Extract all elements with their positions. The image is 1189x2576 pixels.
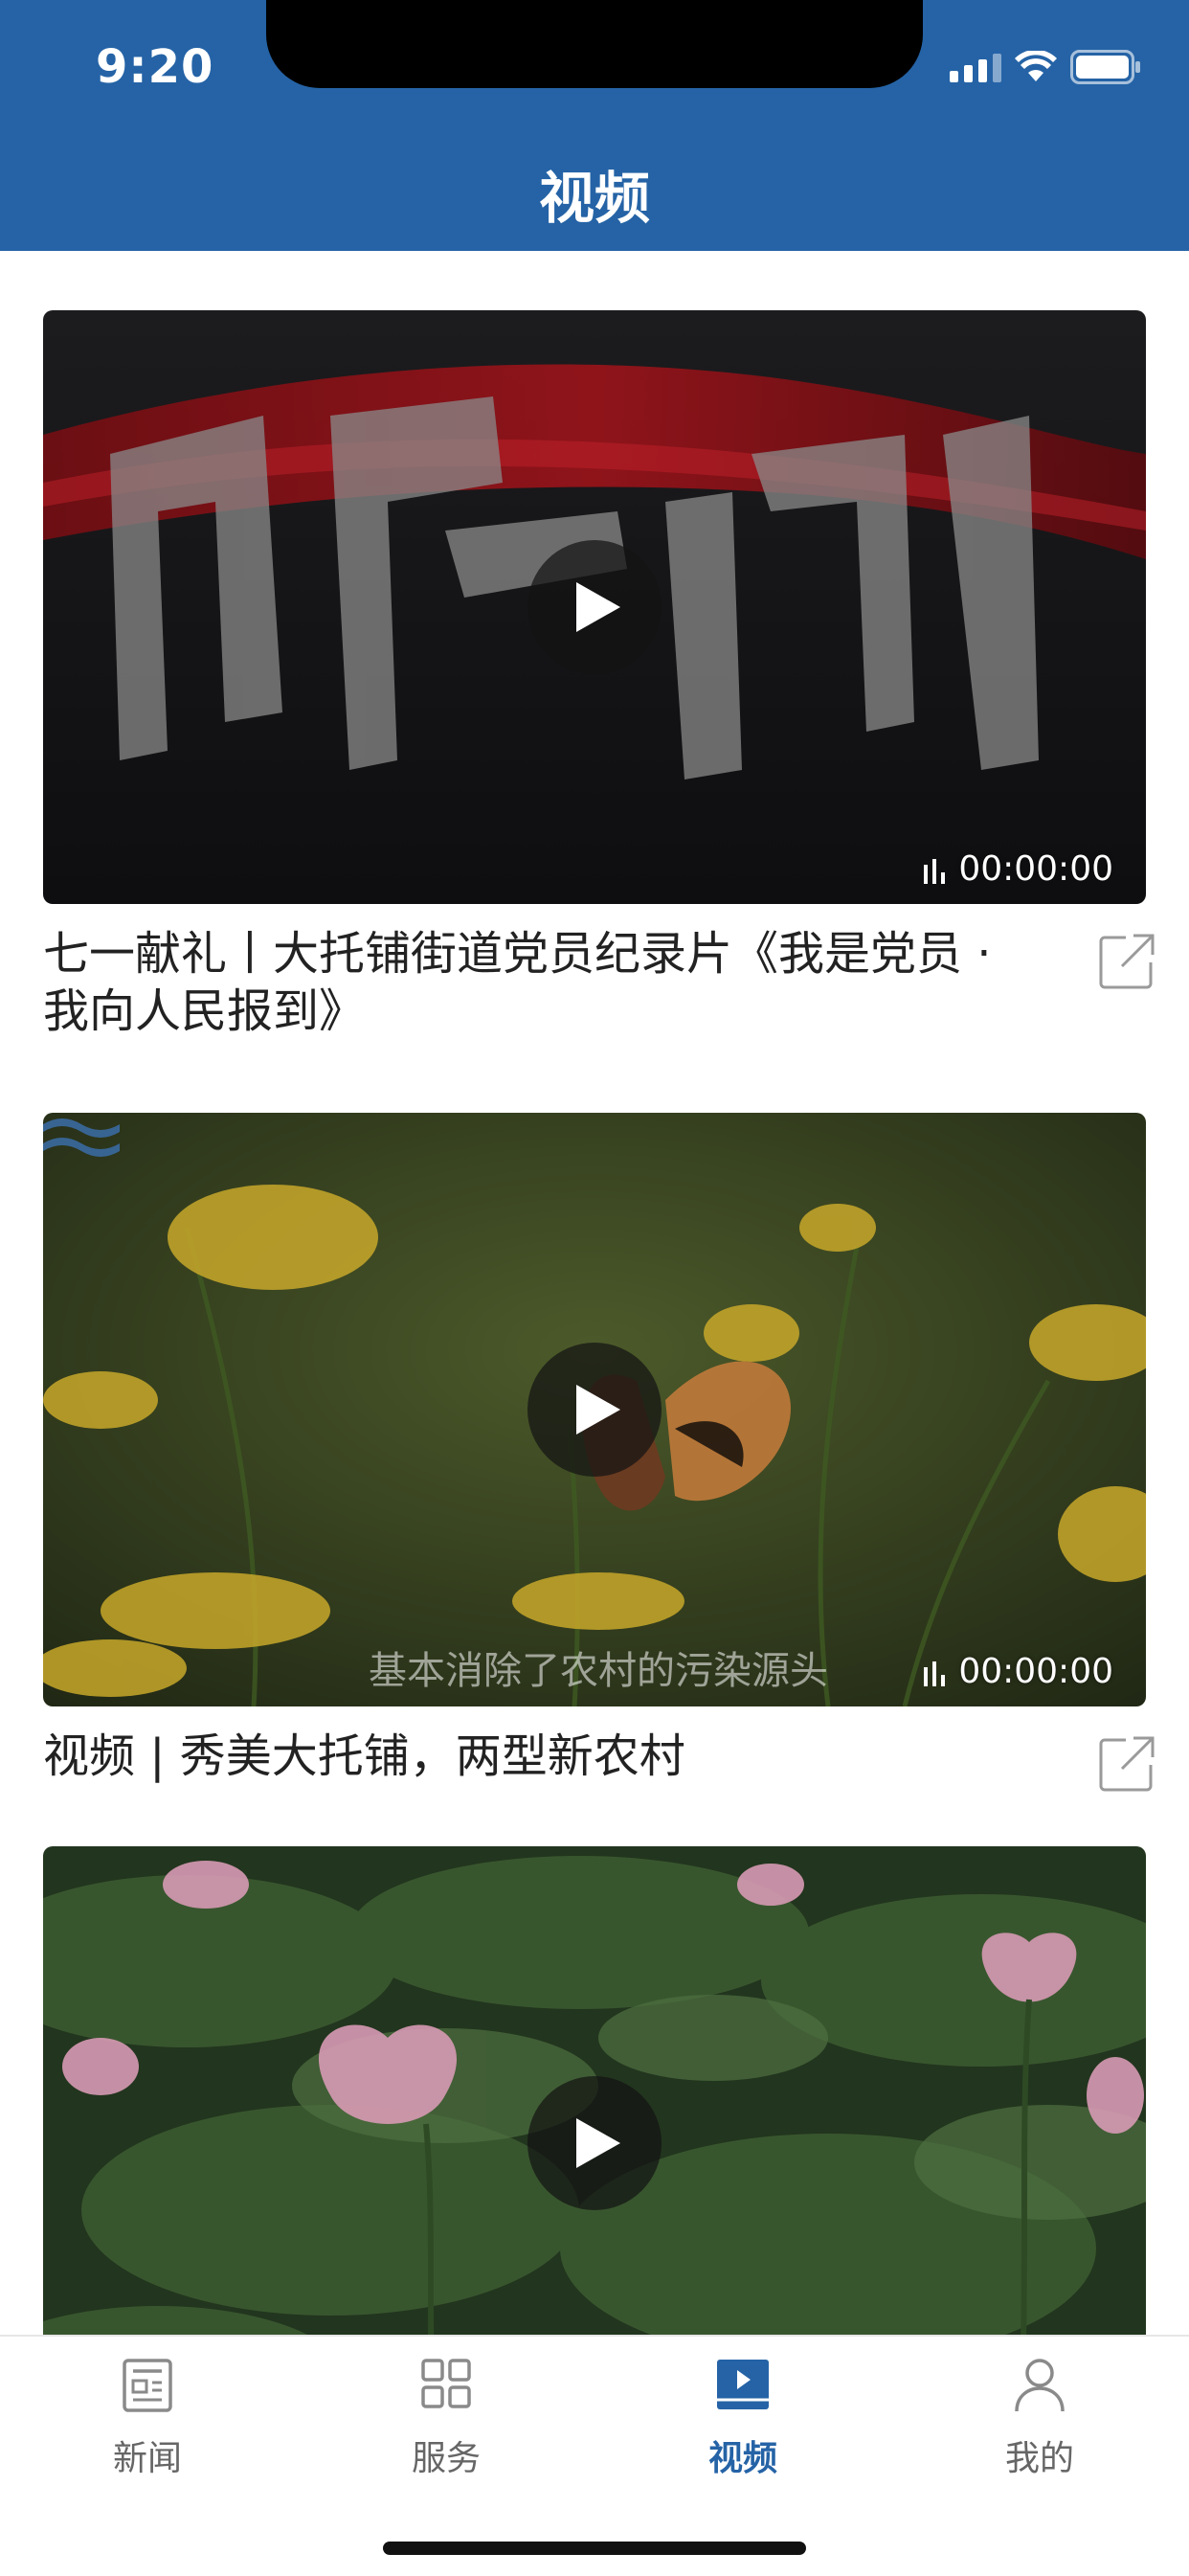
status-time: 9:20 [96,40,214,94]
video-thumbnail[interactable]: 基本消除了农村的污染源头 00:00:00 [43,1113,1146,1706]
play-icon [576,2118,620,2168]
tab-label: 新闻 [112,2439,182,2478]
status-icons [950,50,1141,84]
play-button[interactable] [527,2076,662,2210]
tab-profile[interactable]: 我的 [944,2358,1135,2480]
tab-video[interactable]: 视频 [647,2358,839,2480]
battery-icon [1070,50,1141,84]
video-title[interactable]: 视频 | 秀美大托铺，两型新农村 [43,1728,1039,1785]
volume-bars-icon [924,858,946,884]
volume-bars-icon [924,1661,946,1686]
app-header: 9:20 视频 [0,0,1189,251]
share-icon[interactable] [1099,1736,1155,1792]
tab-label: 我的 [1004,2439,1074,2478]
video-duration: 00:00:00 [922,1652,1113,1691]
tab-label: 服务 [411,2439,481,2478]
video-duration: 00:00:00 [922,849,1113,889]
wifi-icon [1015,51,1057,83]
news-icon [52,2358,243,2419]
bottom-tab-bar: 新闻 服务 视频 我的 [0,2335,1189,2576]
play-button[interactable] [527,540,662,674]
tab-label: 视频 [707,2439,777,2478]
tab-news[interactable]: 新闻 [52,2358,243,2480]
share-icon[interactable] [1099,934,1155,989]
video-thumbnail[interactable]: 00:00:00 [43,310,1146,904]
device-notch [266,0,923,88]
video-feed[interactable]: 00:00:00 七一献礼丨大托铺街道党员纪录片《我是党员 · 我向人民报到》 [0,251,1189,2339]
play-button[interactable] [527,1343,662,1477]
grid-icon [350,2358,542,2419]
play-icon [576,1385,620,1435]
play-icon [576,582,620,632]
duration-text: 00:00:00 [958,849,1113,889]
video-icon [647,2358,839,2419]
video-title[interactable]: 七一献礼丨大托铺街道党员纪录片《我是党员 · 我向人民报到》 [43,925,1039,1040]
video-subtitle: 基本消除了农村的污染源头 [369,1649,828,1693]
duration-text: 00:00:00 [958,1652,1113,1691]
home-indicator[interactable] [383,2542,806,2555]
tab-services[interactable]: 服务 [350,2358,542,2480]
user-icon [944,2358,1135,2419]
page-title: 视频 [538,166,650,231]
cellular-signal-icon [950,52,1001,82]
video-thumbnail[interactable] [43,1846,1146,2339]
